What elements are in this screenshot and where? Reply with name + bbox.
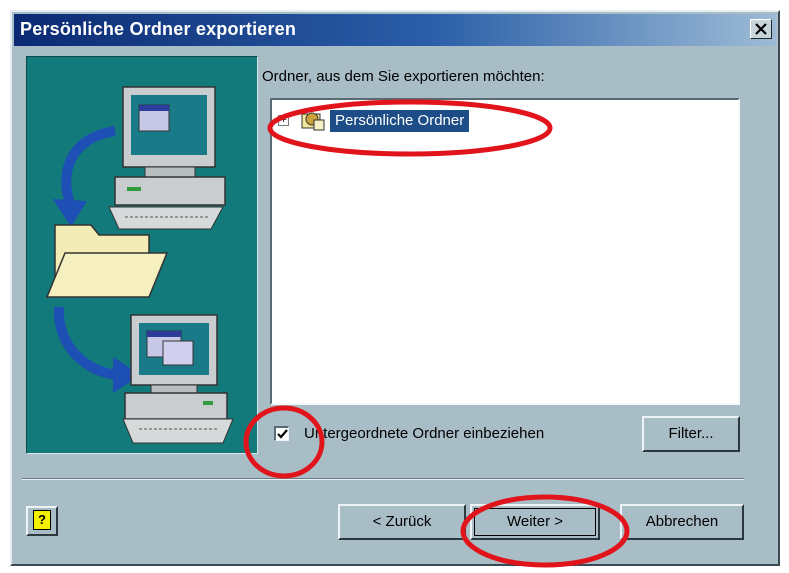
computer-icon	[122, 314, 234, 444]
arrow-right-icon	[53, 306, 141, 393]
separator	[22, 478, 744, 480]
include-subfolders-checkbox[interactable]	[274, 426, 289, 441]
computer-icon	[108, 86, 226, 230]
folder-tree[interactable]: + Persönliche Ordner	[270, 98, 740, 405]
cancel-button[interactable]: Abbrechen	[620, 504, 744, 540]
include-subfolders-label[interactable]: Untergeordnete Ordner einbeziehen	[304, 425, 544, 442]
help-icon: ?	[33, 509, 51, 530]
close-button[interactable]	[750, 19, 772, 39]
wizard-illustration	[26, 56, 258, 454]
arrow-down-icon	[53, 126, 116, 227]
folder-icon	[45, 224, 169, 298]
title-bar[interactable]: Persönliche Ordner exportieren	[14, 14, 776, 46]
next-button[interactable]: Weiter >	[470, 504, 600, 540]
folder-list-label: Ordner, aus dem Sie exportieren möchten:	[262, 68, 545, 85]
dialog-title: Persönliche Ordner exportieren	[20, 19, 297, 39]
expand-icon[interactable]: +	[278, 115, 289, 126]
filter-button[interactable]: Filter...	[642, 416, 740, 452]
back-button[interactable]: < Zurück	[338, 504, 466, 540]
close-icon	[755, 23, 767, 35]
tree-item-label[interactable]: Persönliche Ordner	[330, 110, 470, 132]
help-button[interactable]: ?	[26, 506, 58, 536]
personal-folders-icon	[300, 110, 326, 137]
checkmark-icon	[277, 429, 288, 439]
